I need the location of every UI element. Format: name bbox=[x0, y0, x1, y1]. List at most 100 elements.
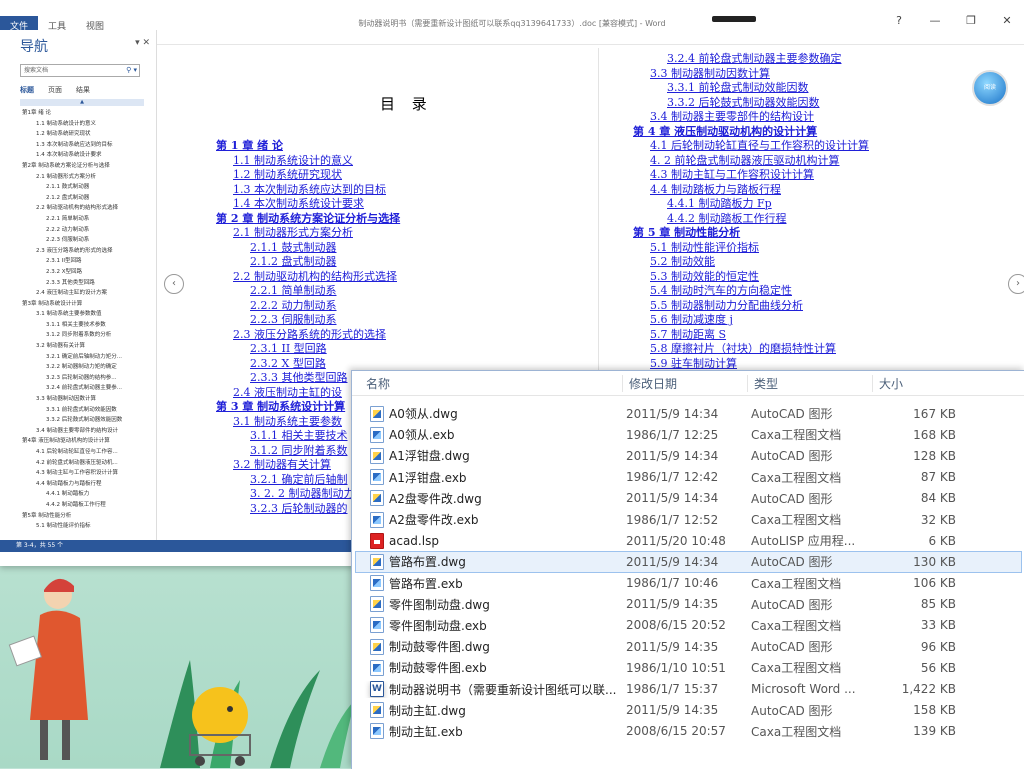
toc-section-link[interactable]: 2.1 制动器形式方案分析 bbox=[233, 226, 353, 240]
nav-heading-item[interactable]: 3.2.3 后轮制动器的结构参... bbox=[22, 373, 156, 384]
file-row[interactable]: 制动主缸.exb 2008/6/15 20:57 Caxa工程图文档 139 KB bbox=[355, 721, 1022, 742]
file-name-cell[interactable]: 管路布置.dwg bbox=[356, 553, 626, 570]
file-row[interactable]: 制动器说明书（需要重新设计图纸可以联... 1986/1/7 15:37 Micro… bbox=[355, 678, 1022, 699]
file-name-cell[interactable]: 制动器说明书（需要重新设计图纸可以联... bbox=[356, 681, 626, 698]
nav-heading-item[interactable]: 5.1 制动性能评价指标 bbox=[22, 521, 156, 532]
nav-heading-item[interactable]: 1.2 制动系统研究现状 bbox=[22, 129, 156, 140]
file-name-cell[interactable]: A1浮钳盘.dwg bbox=[356, 447, 626, 464]
file-name-cell[interactable]: 制动主缸.exb bbox=[356, 723, 626, 740]
file-name-cell[interactable]: 零件图制动盘.exb bbox=[356, 617, 626, 634]
toc-section-link[interactable]: 2.4 液压制动主缸的设 bbox=[233, 386, 342, 400]
nav-heading-item[interactable]: 2.4 液压制动主缸的设计方案 bbox=[22, 288, 156, 299]
nav-heading-item[interactable]: 2.1.1 鼓式制动器 bbox=[22, 182, 156, 193]
nav-heading-item[interactable]: 2.1.2 盘式制动器 bbox=[22, 193, 156, 204]
toc-chapter-link[interactable]: 第 3 章 制动系统设计计算 bbox=[216, 400, 345, 414]
toc-section-link[interactable]: 2.3.3 其他类型回路 bbox=[250, 371, 348, 385]
file-row[interactable]: A0领从.dwg 2011/5/9 14:34 AutoCAD 图形 167 KB bbox=[355, 403, 1022, 424]
nav-close-icon[interactable]: ▾ ✕ bbox=[135, 38, 150, 48]
toc-section-link[interactable]: 4.1 后轮制动轮缸直径与工作容积的设计计算 bbox=[650, 139, 869, 153]
toc-chapter-link[interactable]: 第 5 章 制动性能分析 bbox=[633, 226, 740, 240]
nav-heading-item[interactable]: 3.2.1 确定前后轴制动力矩分... bbox=[22, 352, 156, 363]
minimize-button[interactable]: — bbox=[928, 14, 942, 27]
nav-heading-item[interactable]: 4.3 制动主缸与工作容积设计计算 bbox=[22, 468, 156, 479]
toc-chapter-link[interactable]: 第 4 章 液压制动驱动机构的设计计算 bbox=[633, 125, 817, 139]
nav-heading-item[interactable]: 2.2.2 动力制动系 bbox=[22, 225, 156, 236]
nav-heading-item[interactable]: 2.3.2 X型回路 bbox=[22, 267, 156, 278]
file-row[interactable]: 零件图制动盘.dwg 2011/5/9 14:35 AutoCAD 图形 85 KB bbox=[355, 594, 1022, 615]
file-row[interactable]: 制动鼓零件图.dwg 2011/5/9 14:35 AutoCAD 图形 96 KB bbox=[355, 636, 1022, 657]
nav-heading-item[interactable]: 1.1 制动系统设计的意义 bbox=[22, 119, 156, 130]
toc-section-link[interactable]: 3.2.4 前轮盘式制动器主要参数确定 bbox=[667, 52, 841, 66]
toc-section-link[interactable]: 5.8 摩擦衬片（衬块）的磨损特性计算 bbox=[650, 342, 836, 356]
file-row[interactable]: A2盘零件改.dwg 2011/5/9 14:34 AutoCAD 图形 84 KB bbox=[355, 488, 1022, 509]
file-row[interactable]: 管路布置.exb 1986/1/7 10:46 Caxa工程图文档 106 KB bbox=[355, 573, 1022, 594]
nav-collapse-icon[interactable]: ▲ bbox=[20, 99, 144, 106]
nav-heading-item[interactable]: 2.3.1 II型回路 bbox=[22, 256, 156, 267]
nav-heading-item[interactable]: 2.3 液压分路系统的形式的选择 bbox=[22, 246, 156, 257]
nav-heading-item[interactable]: 第5章 制动性能分析 bbox=[22, 511, 156, 522]
column-type[interactable]: 类型 bbox=[747, 374, 872, 392]
toc-section-link[interactable]: 4. 2 前轮盘式制动器液压驱动机构计算 bbox=[650, 154, 840, 168]
toc-section-link[interactable]: 5.4 制动时汽车的方向稳定性 bbox=[650, 284, 792, 298]
toc-section-link[interactable]: 2.2.3 伺服制动系 bbox=[250, 313, 337, 327]
file-row[interactable]: 制动鼓零件图.exb 1986/1/10 10:51 Caxa工程图文档 56 KB bbox=[355, 657, 1022, 678]
toc-section-link[interactable]: 2.3 液压分路系统的形式的选择 bbox=[233, 328, 386, 342]
toc-section-link[interactable]: 2.1.2 盘式制动器 bbox=[250, 255, 337, 269]
nav-heading-item[interactable]: 第1章 绪 论 bbox=[22, 108, 156, 119]
column-name[interactable]: 名称 bbox=[352, 375, 622, 392]
nav-heading-item[interactable]: 3.4 制动器主要零部件的结构设计 bbox=[22, 426, 156, 437]
nav-heading-item[interactable]: 3.3 制动器制动因数计算 bbox=[22, 394, 156, 405]
nav-search-input[interactable]: 搜索文档 ⚲ ▾ bbox=[20, 64, 140, 77]
toc-section-link[interactable]: 5.9 驻车制动计算 bbox=[650, 357, 737, 371]
toc-section-link[interactable]: 1.2 制动系统研究现状 bbox=[233, 168, 342, 182]
file-name-cell[interactable]: 制动鼓零件图.exb bbox=[356, 659, 626, 676]
nav-heading-item[interactable]: 第2章 制动系统方案论证分析与选择 bbox=[22, 161, 156, 172]
nav-heading-item[interactable]: 2.2.3 伺服制动系 bbox=[22, 235, 156, 246]
file-name-cell[interactable]: A2盘零件改.dwg bbox=[356, 490, 626, 507]
file-name-cell[interactable]: 制动主缸.dwg bbox=[356, 702, 626, 719]
nav-heading-item[interactable]: 3.3.2 后轮鼓式制动器效能因数 bbox=[22, 415, 156, 426]
toc-section-link[interactable]: 4.4.2 制动踏板工作行程 bbox=[667, 212, 787, 226]
file-row[interactable]: A0领从.exb 1986/1/7 12:25 Caxa工程图文档 168 KB bbox=[355, 424, 1022, 445]
search-icon[interactable]: ⚲ ▾ bbox=[126, 65, 137, 76]
file-name-cell[interactable]: acad.lsp bbox=[356, 532, 626, 549]
toc-section-link[interactable]: 5.7 制动距离 S bbox=[650, 328, 726, 342]
toc-section-link[interactable]: 4.3 制动主缸与工作容积设计计算 bbox=[650, 168, 814, 182]
next-page-arrow-icon[interactable]: › bbox=[1008, 274, 1024, 294]
toc-section-link[interactable]: 3.1 制动系统主要参数 bbox=[233, 415, 342, 429]
file-row[interactable]: A1浮钳盘.exb 1986/1/7 12:42 Caxa工程图文档 87 KB bbox=[355, 467, 1022, 488]
nav-heading-item[interactable]: 4.4.2 制动踏板工作行程 bbox=[22, 500, 156, 511]
toc-chapter-link[interactable]: 第 2 章 制动系统方案论证分析与选择 bbox=[216, 212, 400, 226]
toc-section-link[interactable]: 5.2 制动效能 bbox=[650, 255, 715, 269]
toc-section-link[interactable]: 2.2 制动驱动机构的结构形式选择 bbox=[233, 270, 397, 284]
help-button[interactable]: ? bbox=[892, 14, 906, 27]
nav-heading-item[interactable]: 4.4.1 制动踏板力 bbox=[22, 489, 156, 500]
toc-section-link[interactable]: 5.6 制动减速度 j bbox=[650, 313, 733, 327]
toc-section-link[interactable]: 1.1 制动系统设计的意义 bbox=[233, 154, 353, 168]
nav-heading-item[interactable]: 3.2 制动器有关计算 bbox=[22, 341, 156, 352]
toc-section-link[interactable]: 3.2.3 后轮制动器的 bbox=[250, 502, 348, 516]
file-name-cell[interactable]: A2盘零件改.exb bbox=[356, 511, 626, 528]
toc-section-link[interactable]: 1.4 本次制动系统设计要求 bbox=[233, 197, 364, 211]
toc-section-link[interactable]: 3.3 制动器制动因数计算 bbox=[650, 67, 770, 81]
toc-section-link[interactable]: 2.2.2 动力制动系 bbox=[250, 299, 337, 313]
nav-heading-item[interactable]: 4.2 前轮盘式制动器液压驱动机... bbox=[22, 458, 156, 469]
nav-heading-item[interactable]: 1.4 本次制动系统设计要求 bbox=[22, 150, 156, 161]
toc-section-link[interactable]: 1.3 本次制动系统应达到的目标 bbox=[233, 183, 386, 197]
file-name-cell[interactable]: 零件图制动盘.dwg bbox=[356, 596, 626, 613]
file-row[interactable]: 零件图制动盘.exb 2008/6/15 20:52 Caxa工程图文档 33 KB bbox=[355, 615, 1022, 636]
file-row[interactable]: A2盘零件改.exb 1986/1/7 12:52 Caxa工程图文档 32 KB bbox=[355, 509, 1022, 530]
nav-heading-item[interactable]: 第4章 液压制动驱动机构的设计计算 bbox=[22, 436, 156, 447]
toc-section-link[interactable]: 3.3.2 后轮鼓式制动器效能因数 bbox=[667, 96, 820, 110]
nav-tab-results[interactable]: 结果 bbox=[76, 85, 90, 95]
nav-heading-item[interactable]: 1.3 本次制动系统应达到的目标 bbox=[22, 140, 156, 151]
file-row[interactable]: 管路布置.dwg 2011/5/9 14:34 AutoCAD 图形 130 KB bbox=[355, 551, 1022, 573]
toc-section-link[interactable]: 2.3.1 II 型回路 bbox=[250, 342, 327, 356]
nav-heading-item[interactable]: 3.3.1 前轮盘式制动效能因数 bbox=[22, 405, 156, 416]
nav-heading-item[interactable]: 4.1 后轮制动轮缸直径与工作容... bbox=[22, 447, 156, 458]
nav-tab-headings[interactable]: 标题 bbox=[20, 85, 34, 95]
nav-heading-item[interactable]: 3.2.2 制动器制动力矩的确定 bbox=[22, 362, 156, 373]
toc-section-link[interactable]: 3.1.2 同步附着系数 bbox=[250, 444, 348, 458]
nav-heading-item[interactable]: 3.1.2 同步附着系数的分析 bbox=[22, 330, 156, 341]
file-name-cell[interactable]: A1浮钳盘.exb bbox=[356, 469, 626, 486]
